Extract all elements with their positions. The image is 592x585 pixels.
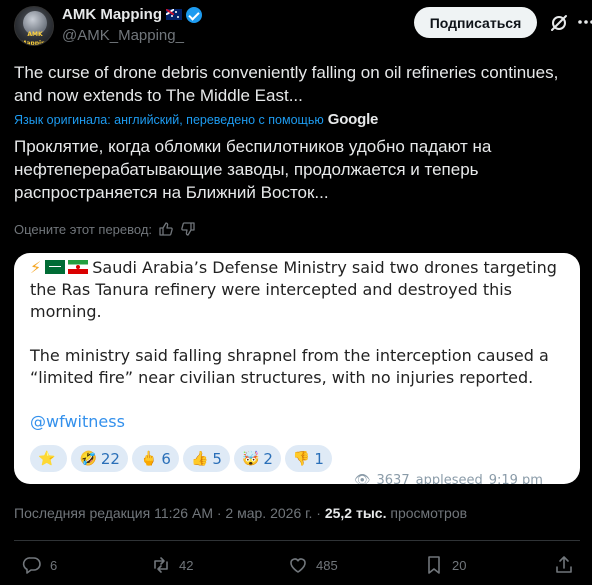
repost-icon <box>151 555 171 575</box>
flag-saudi-arabia-icon <box>45 260 66 274</box>
reaction-thumbs-up[interactable]: 👍 5 <box>182 445 230 472</box>
tweet-header: AMK Mapping AMK Mapping @AMK_Mapping_ По… <box>14 4 592 46</box>
heart-icon <box>288 555 308 575</box>
grok-icon[interactable] <box>549 13 569 33</box>
card-paragraph-1-text: Saudi Arabia’s Defense Ministry said two… <box>30 258 557 321</box>
reaction-middle-finger[interactable]: 🖕 6 <box>131 445 179 472</box>
card-mention-link[interactable]: @wfwitness <box>30 411 570 433</box>
avatar-label: AMK Mapping <box>20 31 50 46</box>
tweet-original-text: The curse of drone debris conveniently f… <box>14 63 559 105</box>
thumbs-down-emoji-icon: 👎 <box>292 450 311 467</box>
author-name-line: AMK Mapping <box>62 6 202 23</box>
card-paragraph-2: The ministry said falling shrapnel from … <box>30 346 549 387</box>
reaction-star[interactable]: ⭐ <box>30 445 68 472</box>
more-icon[interactable] <box>576 12 592 32</box>
reply-button[interactable]: 6 <box>22 555 57 575</box>
flag-australia-icon <box>165 9 182 20</box>
rate-translation-row: Оцените этот перевод: <box>14 221 196 237</box>
star-icon: ⭐ <box>38 450 56 467</box>
thumbs-up-icon[interactable] <box>158 221 174 237</box>
share-icon <box>554 555 574 575</box>
flag-iran-icon <box>68 260 89 274</box>
google-logo: Google <box>327 111 379 128</box>
reaction-thumbs-down[interactable]: 👎 1 <box>284 445 332 472</box>
edited-timestamp-line[interactable]: Последняя редакция 11:26 AM · 2 мар. 202… <box>14 505 467 521</box>
card-views: 3637 <box>376 473 410 484</box>
like-button[interactable]: 485 <box>288 555 338 575</box>
eye-icon: 👁 <box>354 473 371 484</box>
reaction-count: 22 <box>100 449 120 468</box>
laughing-face-icon: 🤣 <box>79 450 97 467</box>
reply-icon <box>22 555 42 575</box>
verified-badge-icon[interactable] <box>185 6 202 23</box>
reaction-laugh[interactable]: 🤣 22 <box>71 445 128 472</box>
views-label: просмотров <box>386 505 468 521</box>
tweet-translated-text: Проклятие, когда обломки беспилотников у… <box>14 137 492 202</box>
reactions-bar: ⭐ 🤣 22 🖕 6 👍 5 🤯 2 👎 1 <box>30 445 332 472</box>
tweet-actions-bar: 6 42 485 20 <box>14 555 580 577</box>
reply-count: 6 <box>50 557 58 573</box>
translation-note[interactable]: Язык оригинала: английский, переведено с… <box>14 111 378 128</box>
card-source: appleseed <box>415 473 483 484</box>
views-count: 25,2 тыс. <box>324 505 387 521</box>
reaction-count: 1 <box>314 449 324 468</box>
repost-count: 42 <box>179 557 194 573</box>
card-text: ⚡ Saudi Arabia’s Defense Ministry said tw… <box>30 257 570 433</box>
author-display-name[interactable]: AMK Mapping <box>62 6 162 23</box>
card-paragraph-1: ⚡ Saudi Arabia’s Defense Ministry said tw… <box>30 257 570 323</box>
reaction-count: 6 <box>161 449 171 468</box>
translation-note-text: Язык оригинала: английский, переведено с… <box>14 112 324 127</box>
subscribe-button[interactable]: Подписаться <box>414 7 537 38</box>
reaction-count: 2 <box>263 449 273 468</box>
bookmark-icon <box>424 555 444 575</box>
divider <box>14 540 580 541</box>
avatar[interactable]: AMK Mapping <box>14 6 54 46</box>
reaction-count: 5 <box>212 449 222 468</box>
card-meta: 👁 3637 appleseed 9:19 pm <box>354 473 543 484</box>
like-count: 485 <box>316 557 338 573</box>
rate-translation-label: Оцените этот перевод: <box>14 221 153 237</box>
share-button[interactable] <box>554 555 574 575</box>
embedded-post-card[interactable]: ⚡ Saudi Arabia’s Defense Ministry said tw… <box>14 253 580 484</box>
repost-button[interactable]: 42 <box>151 555 193 575</box>
thumbs-up-emoji-icon: 👍 <box>190 450 209 467</box>
lightning-icon: ⚡ <box>30 258 42 277</box>
bookmark-count: 20 <box>452 557 467 573</box>
middle-finger-icon: 🖕 <box>139 450 158 467</box>
reaction-mind-blown[interactable]: 🤯 2 <box>233 445 281 472</box>
bookmark-button[interactable]: 20 <box>424 555 466 575</box>
mind-blown-icon: 🤯 <box>241 450 260 467</box>
thumbs-down-icon[interactable] <box>180 221 196 237</box>
edited-timestamp: Последняя редакция 11:26 AM · 2 мар. 202… <box>14 505 325 521</box>
author-handle[interactable]: @AMK_Mapping_ <box>62 27 184 44</box>
card-time: 9:19 pm <box>488 473 543 484</box>
